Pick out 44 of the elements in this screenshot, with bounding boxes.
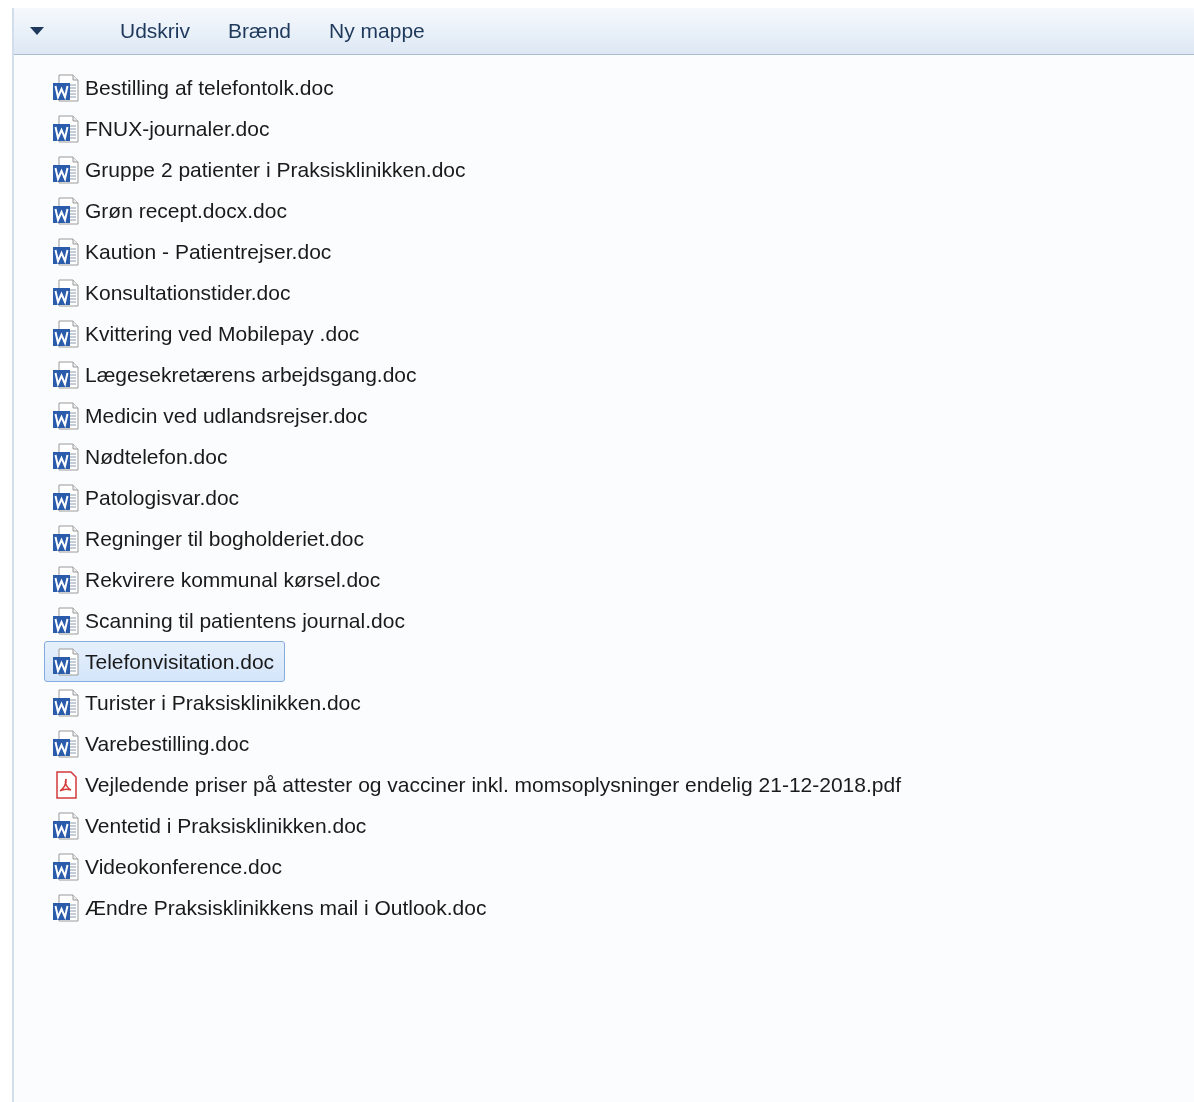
file-item[interactable]: Bestilling af telefontolk.doc [44,67,345,108]
file-item[interactable]: Patologisvar.doc [44,477,251,518]
doc-file-icon [50,71,82,104]
file-item[interactable]: Telefonvisitation.doc [44,641,286,682]
file-item[interactable]: Kaution - Patientrejser.doc [44,231,343,272]
file-item[interactable]: Turister i Praksisklinikken.doc [44,682,372,723]
doc-file-icon [50,727,82,760]
file-item[interactable]: Medicin ved udlandsrejser.doc [44,395,379,436]
file-item[interactable]: FNUX-journaler.doc [44,108,281,149]
doc-file-icon [50,809,82,842]
doc-file-icon [50,358,82,391]
doc-file-icon [50,440,82,473]
doc-file-icon [50,194,82,227]
file-item[interactable]: Kvittering ved Mobilepay .doc [44,313,371,354]
doc-file-icon [50,891,82,924]
doc-file-icon [50,686,82,719]
doc-file-icon [50,481,82,514]
file-item[interactable]: Vejledende priser på attester og vacciner inkl. momsoplysninger endelig 21-12-2018.pdf [44,764,912,805]
file-item[interactable]: Regninger til bogholderiet.doc [44,518,376,559]
file-item[interactable]: Varebestilling.doc [44,723,261,764]
doc-file-icon [50,235,82,268]
file-item[interactable]: Konsultationstider.doc [44,272,302,313]
doc-file-icon [50,153,82,186]
doc-file-icon [50,399,82,432]
doc-file-icon [50,563,82,596]
doc-file-icon [50,604,82,637]
toolbar-button[interactable]: Ny mappe [315,13,439,49]
doc-file-icon [50,645,82,678]
file-item[interactable]: Lægesekretærens arbejdsgang.doc [44,354,428,395]
doc-file-icon [50,522,82,555]
doc-file-icon [50,317,82,350]
file-item[interactable]: Ventetid i Praksisklinikken.doc [44,805,378,846]
file-item[interactable]: Nødtelefon.doc [44,436,239,477]
file-item[interactable]: Ændre Praksisklinikkens mail i Outlook.doc [44,887,498,928]
file-item[interactable]: Videokonference.doc [44,846,293,887]
doc-file-icon [50,276,82,309]
doc-file-icon [50,112,82,145]
file-item[interactable]: Rekvirere kommunal kørsel.doc [44,559,392,600]
toolbar-button[interactable]: Udskriv [106,13,204,49]
file-item[interactable]: Scanning til patientens journal.doc [44,600,416,641]
file-item[interactable]: Grøn recept.docx.doc [44,190,298,231]
toolbar-button[interactable]: Brænd [214,13,306,49]
file-item[interactable]: Gruppe 2 patienter i Praksisklinikken.doc [44,149,477,190]
doc-file-icon [50,850,82,883]
